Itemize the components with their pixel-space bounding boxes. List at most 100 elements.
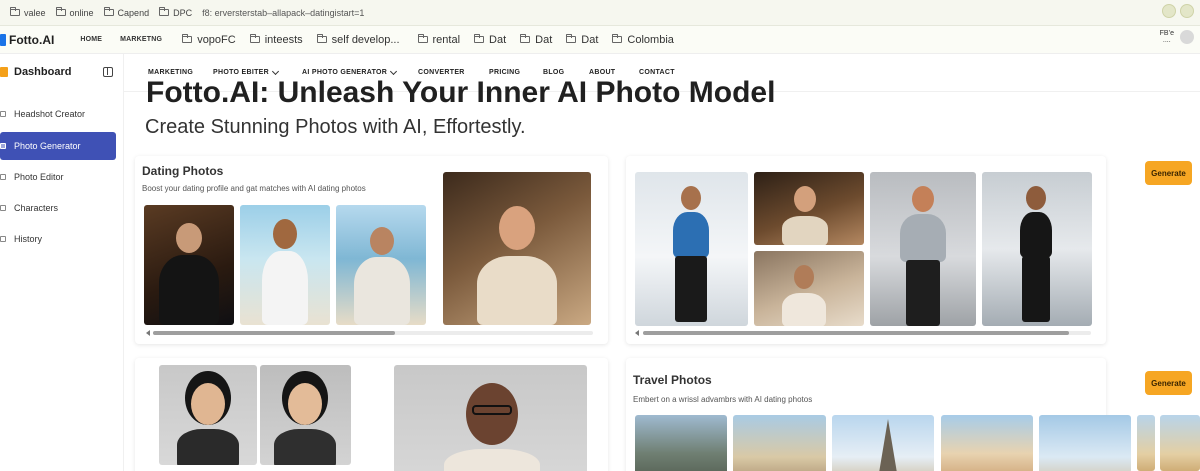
photo-subject [1020, 212, 1052, 258]
bookmark-link[interactable]: Colombia [612, 34, 674, 46]
chevron-down-icon [390, 67, 398, 75]
sample-photo-large[interactable] [394, 365, 587, 471]
folder-icon [55, 7, 66, 16]
bookmark-link[interactable]: rental [417, 34, 460, 46]
nav-marketing[interactable]: MARKETING [148, 69, 193, 76]
photo-subject [675, 256, 707, 322]
sample-photo[interactable] [635, 415, 727, 471]
bookmark-1[interactable]: valee [10, 7, 46, 18]
sidebar-title[interactable]: Dashboard [0, 66, 71, 78]
image-icon [0, 143, 6, 149]
folder-icon [520, 34, 531, 43]
nav-ai-photo-generator[interactable]: AI PHOTO GENERATOR [302, 67, 398, 76]
sample-photo[interactable] [635, 172, 748, 326]
photo-subject [273, 219, 297, 249]
folder-icon [182, 34, 193, 43]
bookmark-link[interactable]: Dat [520, 34, 552, 46]
sample-photo[interactable] [941, 415, 1033, 471]
bookmark-link[interactable]: self develop... [316, 34, 400, 46]
header-nav-marketing[interactable]: MARKETNG [120, 36, 162, 43]
bookmark-link[interactable]: Dat [474, 34, 506, 46]
sample-photo[interactable] [754, 251, 864, 326]
bookmark-link[interactable]: Dat [566, 34, 598, 46]
scroll-left-icon[interactable] [146, 330, 150, 336]
bookmark-link[interactable]: inteests [249, 34, 303, 46]
generate-button[interactable]: Generate [1145, 161, 1192, 185]
card-description: Embert on a wrissl advambrs with AI dati… [633, 395, 813, 404]
nav-pricing[interactable]: PRICING [489, 69, 520, 76]
horizontal-scrollbar[interactable] [643, 331, 1091, 335]
sample-photo[interactable] [1160, 415, 1200, 471]
address-bar-text[interactable]: f8: erversterstab–allapack–datingistart=… [202, 8, 364, 18]
bookmark-2[interactable]: online [55, 7, 94, 18]
bookmark-link[interactable]: vopoFC [182, 34, 236, 46]
window-control-icon[interactable] [1180, 4, 1194, 18]
avatar[interactable] [1180, 30, 1194, 44]
sample-photo[interactable] [240, 205, 330, 325]
sample-photo[interactable] [733, 415, 826, 471]
sample-photo[interactable] [1039, 415, 1131, 471]
bookmark-3[interactable]: Capend [103, 7, 149, 18]
sample-photo[interactable] [1137, 415, 1155, 471]
nav-photo-editor[interactable]: PHOTO EBITER [213, 67, 280, 76]
folder-icon [612, 34, 623, 43]
sidebar-collapse-icon[interactable] [103, 67, 113, 77]
edit-icon [0, 174, 6, 180]
nav-converter[interactable]: CONVERTER [418, 69, 465, 76]
scroll-left-icon[interactable] [635, 330, 639, 336]
photo-subject [370, 227, 394, 255]
sidebar-item-photo-generator[interactable]: Photo Generator [0, 132, 116, 160]
folder-icon [566, 34, 577, 43]
browser-bookmarks-bar: valee online Capend DPC f8: erverstersta… [0, 0, 1200, 26]
folder-icon [417, 34, 428, 43]
photo-subject [499, 206, 535, 250]
header-right-label: FB’e .... [1159, 30, 1174, 44]
sidebar: Dashboard Headshot Creator Photo Generat… [0, 54, 124, 471]
nav-contact[interactable]: CONTACT [639, 69, 675, 76]
photo-subject [262, 251, 308, 325]
eiffel-tower-icon [878, 419, 898, 471]
folder-icon [316, 34, 327, 43]
photo-subject [794, 186, 816, 212]
header-nav-home[interactable]: HOME [80, 36, 102, 43]
photo-subject [159, 255, 219, 325]
logo[interactable]: Fotto.AI [0, 33, 54, 47]
dating-photos-card: Dating Photos Boost your dating profile … [135, 156, 608, 344]
bookmark-4[interactable]: DPC [159, 7, 192, 18]
folder-icon [249, 34, 260, 43]
sample-photo[interactable] [832, 415, 934, 471]
sidebar-item-headshot-creator[interactable]: Headshot Creator [0, 100, 116, 128]
dashboard-icon [0, 67, 8, 77]
travel-photos-card: Travel Photos Embert on a wrissl advambr… [626, 358, 1131, 471]
sample-photo[interactable] [159, 365, 257, 465]
sidebar-item-characters[interactable]: Characters [0, 194, 116, 222]
card-title: Travel Photos [633, 373, 712, 387]
card-title: Dating Photos [142, 164, 224, 178]
glasses-icon [472, 405, 512, 415]
sample-photo-large[interactable] [443, 172, 591, 325]
nav-about[interactable]: ABOUT [589, 69, 615, 76]
photo-subject [444, 449, 540, 471]
sample-photo[interactable] [144, 205, 234, 325]
sample-photo[interactable] [336, 205, 426, 325]
sidebar-item-history[interactable]: History [0, 225, 116, 253]
horizontal-scrollbar[interactable] [153, 331, 593, 335]
photo-subject [176, 223, 202, 253]
photo-subject [906, 260, 940, 326]
photo-subject [354, 257, 410, 325]
scrollbar-thumb[interactable] [153, 331, 395, 335]
photo-subject [782, 216, 828, 245]
photo-subject [900, 214, 946, 262]
sidebar-item-photo-editor[interactable]: Photo Editor [0, 163, 116, 191]
window-control-icon[interactable] [1162, 4, 1176, 18]
sample-photo[interactable] [982, 172, 1092, 326]
sample-photo[interactable] [754, 172, 864, 245]
nav-blog[interactable]: BLOG [543, 69, 564, 76]
headshot-icon [0, 111, 6, 117]
generate-button[interactable]: Generate [1145, 371, 1192, 395]
scrollbar-thumb[interactable] [643, 331, 1069, 335]
photo-subject [191, 383, 225, 425]
window-controls [1162, 4, 1194, 18]
sample-photo[interactable] [870, 172, 976, 326]
sample-photo[interactable] [260, 365, 351, 465]
